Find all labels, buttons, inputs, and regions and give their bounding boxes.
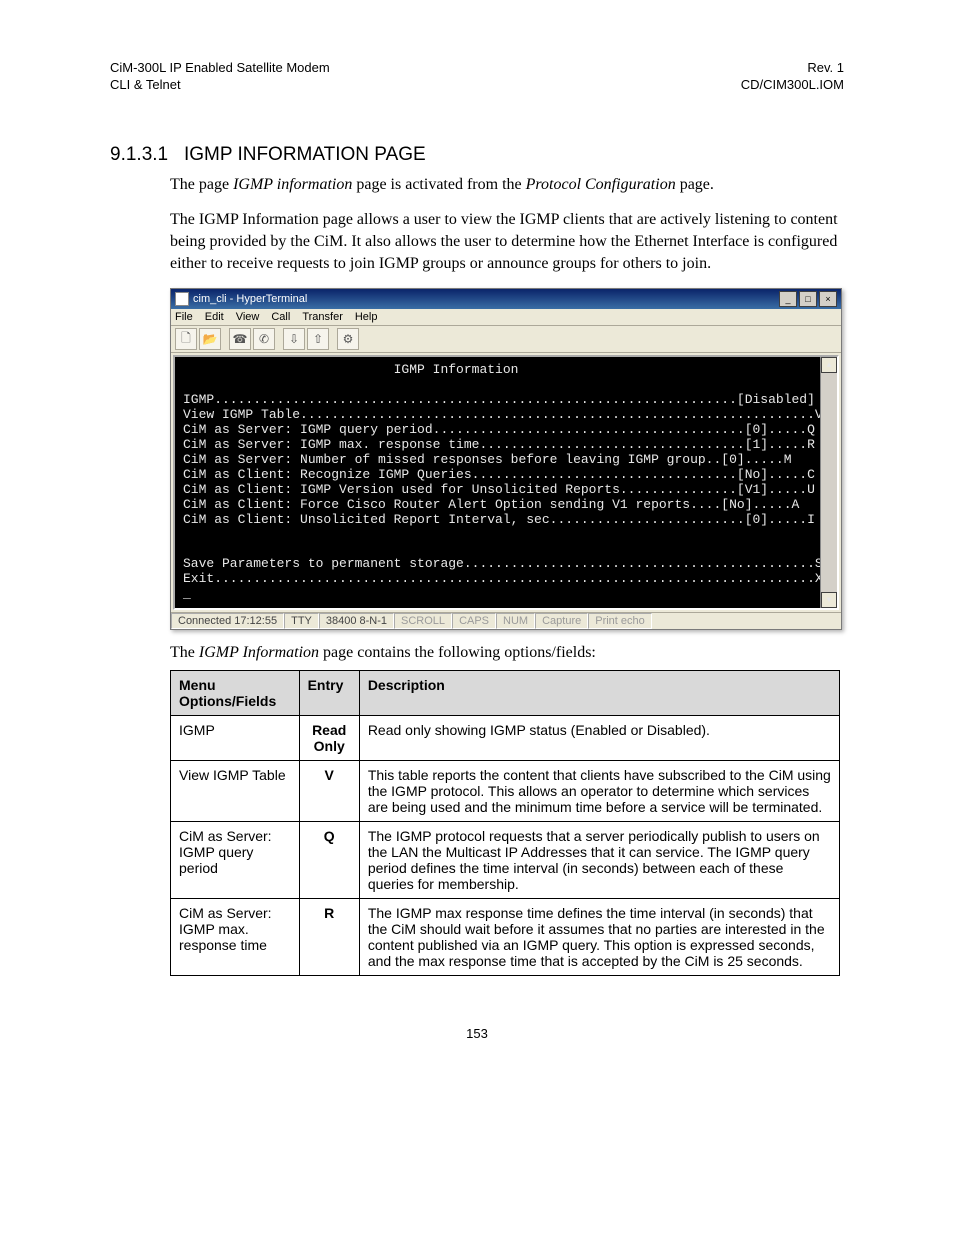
cell-option: CiM as Server: IGMP query period xyxy=(171,822,300,899)
intro-paragraph-1: The page IGMP information page is activa… xyxy=(170,174,844,196)
cell-entry: R xyxy=(299,899,359,976)
col-header-description: Description xyxy=(359,671,839,716)
cell-entry: Read Only xyxy=(299,716,359,761)
status-caps: CAPS xyxy=(452,613,496,629)
cell-entry: Q xyxy=(299,822,359,899)
cell-entry: V xyxy=(299,761,359,822)
menu-view[interactable]: View xyxy=(236,311,260,323)
scrollbar[interactable]: ▲ ▼ xyxy=(820,357,837,608)
section-number: 9.1.3.1 xyxy=(110,144,168,165)
toolbar-properties-icon[interactable]: ⚙ xyxy=(337,328,359,350)
header-right-1: Rev. 1 xyxy=(741,60,844,77)
toolbar-receive-icon[interactable]: ⇧ xyxy=(307,328,329,350)
menu-call[interactable]: Call xyxy=(271,311,290,323)
window-title: cim_cli - HyperTerminal xyxy=(193,293,307,305)
scroll-down-icon[interactable]: ▼ xyxy=(821,592,837,608)
cell-description: The IGMP protocol requests that a server… xyxy=(359,822,839,899)
hyperterminal-window: cim_cli - HyperTerminal _ □ × File Edit … xyxy=(170,288,842,630)
cell-option: IGMP xyxy=(171,716,300,761)
menu-edit[interactable]: Edit xyxy=(205,311,224,323)
section-title: IGMP INFORMATION PAGE xyxy=(184,144,426,165)
maximize-button[interactable]: □ xyxy=(799,291,817,307)
col-header-entry: Entry xyxy=(299,671,359,716)
status-connected: Connected 17:12:55 xyxy=(171,613,284,629)
cell-option: View IGMP Table xyxy=(171,761,300,822)
cell-description: The IGMP max response time defines the t… xyxy=(359,899,839,976)
toolbar-new-icon[interactable]: 🗋 xyxy=(175,328,197,350)
menu-help[interactable]: Help xyxy=(355,311,378,323)
window-titlebar[interactable]: cim_cli - HyperTerminal _ □ × xyxy=(171,289,841,309)
toolbar-open-icon[interactable]: 📂 xyxy=(199,328,221,350)
menu-bar[interactable]: File Edit View Call Transfer Help xyxy=(171,309,841,326)
cell-description: Read only showing IGMP status (Enabled o… xyxy=(359,716,839,761)
status-num: NUM xyxy=(496,613,535,629)
toolbar: 🗋 📂 ☎ ✆ ⇩ ⇧ ⚙ xyxy=(171,326,841,353)
status-scroll: SCROLL xyxy=(394,613,452,629)
col-header-option: Menu Options/Fields xyxy=(171,671,300,716)
table-row: CiM as Server: IGMP query periodQThe IGM… xyxy=(171,822,840,899)
cell-description: This table reports the content that clie… xyxy=(359,761,839,822)
status-bar: Connected 17:12:55 TTY 38400 8-N-1 SCROL… xyxy=(171,612,841,629)
terminal-output: IGMP Information IGMP...................… xyxy=(175,357,820,608)
status-settings: 38400 8-N-1 xyxy=(319,613,394,629)
table-row: View IGMP TableVThis table reports the c… xyxy=(171,761,840,822)
intro-paragraph-2: The IGMP Information page allows a user … xyxy=(170,209,844,274)
status-mode: TTY xyxy=(284,613,319,629)
table-row: CiM as Server: IGMP max. response timeRT… xyxy=(171,899,840,976)
toolbar-connect-icon[interactable]: ☎ xyxy=(229,328,251,350)
header-left-1: CiM-300L IP Enabled Satellite Modem xyxy=(110,60,330,77)
status-capture: Capture xyxy=(535,613,588,629)
section-heading: 9.1.3.1 IGMP INFORMATION PAGE xyxy=(110,144,844,166)
menu-file[interactable]: File xyxy=(175,311,193,323)
toolbar-disconnect-icon[interactable]: ✆ xyxy=(253,328,275,350)
page-number: 153 xyxy=(110,1026,844,1041)
header-left-2: CLI & Telnet xyxy=(110,77,330,94)
terminal-area[interactable]: IGMP Information IGMP...................… xyxy=(173,355,839,610)
cell-option: CiM as Server: IGMP max. response time xyxy=(171,899,300,976)
scroll-up-icon[interactable]: ▲ xyxy=(821,357,837,373)
table-row: IGMPRead OnlyRead only showing IGMP stat… xyxy=(171,716,840,761)
toolbar-send-icon[interactable]: ⇩ xyxy=(283,328,305,350)
status-printecho: Print echo xyxy=(588,613,652,629)
header-right-2: CD/CIM300L.IOM xyxy=(741,77,844,94)
close-button[interactable]: × xyxy=(819,291,837,307)
options-table: Menu Options/Fields Entry Description IG… xyxy=(170,670,840,976)
page-header: CiM-300L IP Enabled Satellite Modem CLI … xyxy=(110,60,844,94)
menu-transfer[interactable]: Transfer xyxy=(302,311,343,323)
minimize-button[interactable]: _ xyxy=(779,291,797,307)
app-icon xyxy=(175,292,189,306)
table-caption: The IGMP Information page contains the f… xyxy=(170,644,844,662)
